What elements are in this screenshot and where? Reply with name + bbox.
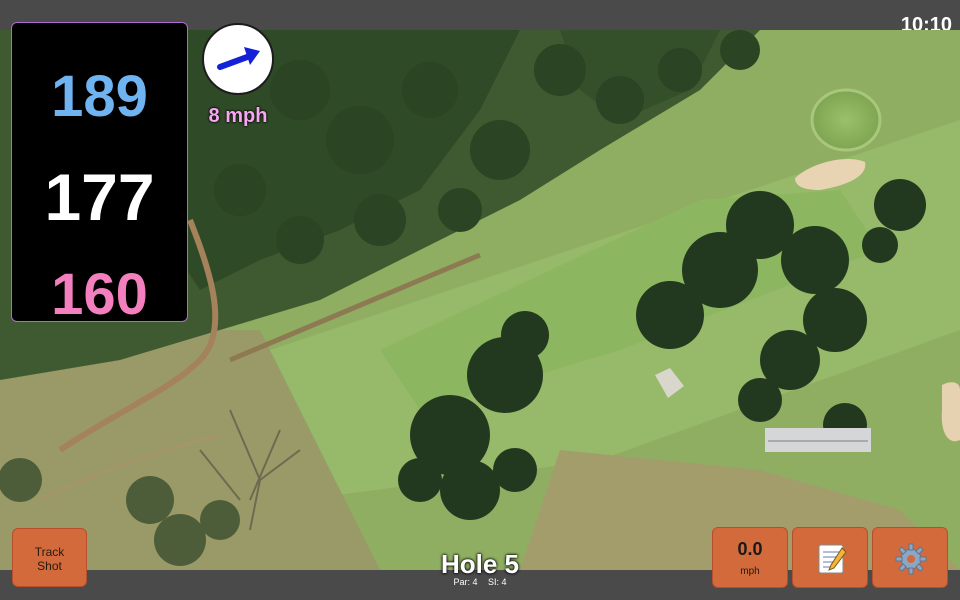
speed-unit: mph	[740, 566, 760, 577]
si-label: SI: 4	[488, 577, 507, 587]
gear-icon	[895, 543, 927, 575]
settings-button[interactable]	[872, 527, 948, 588]
par-label: Par: 4	[453, 577, 478, 587]
notes-button[interactable]	[792, 527, 868, 588]
speed-button[interactable]: 0.0 mph	[712, 527, 788, 588]
wind-speed: 8 mph	[208, 105, 268, 127]
arrow-icon	[217, 47, 260, 70]
track-shot-label: Track Shot	[34, 545, 65, 573]
back-distance: 189	[51, 64, 148, 129]
hole-info: Par: 4 SI: 4	[380, 577, 580, 587]
front-distance: 160	[51, 262, 148, 327]
middle-distance: 177	[44, 160, 155, 234]
track-shot-button[interactable]: Track Shot	[12, 528, 87, 587]
hole-title: Hole 5	[440, 549, 520, 579]
notepad-icon	[818, 544, 847, 574]
wind-dial	[202, 23, 274, 95]
speed-value: 0.0	[737, 539, 763, 559]
distance-panel: 189 177 160	[11, 22, 188, 327]
